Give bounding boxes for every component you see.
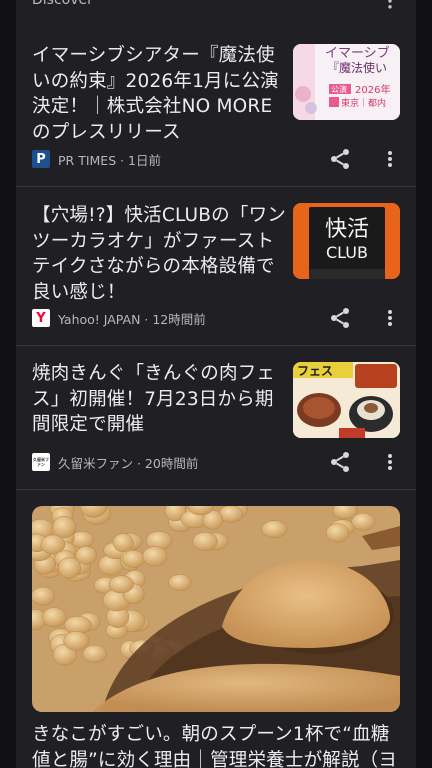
article-meta: P PR TIMES · 1日前 [32,149,161,169]
article-meta: 久留米ファン 久留米ファン · 20時間前 [32,452,198,472]
article-title[interactable]: きなこがすごい。朝のスプーン1杯で“血糖値と腸”に効く理由｜管理栄養士が解説（ヨ… [32,722,406,768]
thumb-text: 東京｜都内 [341,97,386,109]
thumb-text: フェス [297,364,333,378]
thumb-badge: 公演 [331,84,347,94]
thumb-text: CLUB [326,243,368,262]
more-options-button[interactable] [378,450,402,474]
thumb-text: 快活 [325,217,369,242]
article-title[interactable]: 焼肉きんぐ「きんぐの肉フェス」初開催！7月23日から期間限定で開催 [32,361,290,438]
more-options-button[interactable] [378,147,402,171]
article-source: 久留米ファン · 20時間前 [58,455,199,471]
share-icon [331,308,349,328]
soybean [122,550,146,568]
article-title[interactable]: イマーシブシアター『魔法使いの約束』2026年1月に公演決定！｜株式会社NO M… [32,43,290,145]
article-thumbnail[interactable]: フェス [293,362,400,438]
prtimes-logo-icon: P [32,150,50,168]
article-thumbnail[interactable]: 快活 CLUB [293,203,400,279]
soybean [32,586,55,606]
soybean [63,631,90,651]
section-more-icon[interactable] [380,0,400,11]
article-source: Yahoo! JAPAN · 12時間前 [58,311,206,327]
article-thumbnail[interactable]: イマーシブ 『魔法使い 公演 2026年 東京｜都内 [293,44,400,120]
share-button[interactable] [328,147,352,171]
more-vert-icon [388,454,392,470]
kurume-fan-logo-icon: 久留米ファン [32,453,50,471]
soybean [142,546,168,567]
article-card[interactable]: イマーシブシアター『魔法使いの約束』2026年1月に公演決定！｜株式会社NO M… [16,14,416,187]
article-title[interactable]: 【穴場!?】快活CLUBの「ワンツーカラオケ」がファーストテイクさながらの本格設… [32,203,290,305]
more-vert-icon [388,310,392,326]
soybean [58,557,81,579]
article-source: PR TIMES · 1日前 [58,152,162,168]
soybean [82,644,107,663]
section-title: Discover [32,0,93,8]
soybean [112,533,134,552]
soybean [261,520,288,538]
thumb-text: 2026年 [355,83,390,96]
thumb-text: イマーシブ [325,45,390,61]
article-card[interactable]: 焼肉きんぐ「きんぐの肉フェス」初開催！7月23日から期間限定で開催 フェス 久留… [16,346,416,490]
soybean [108,575,134,594]
more-options-button[interactable] [378,306,402,330]
share-icon [331,149,349,169]
discover-feed: Discover イマーシブシアター『魔法使いの約束』2026年1月に公演決定！… [16,0,416,768]
more-vert-icon [388,151,392,167]
yahoo-logo-icon: Y [32,309,50,327]
article-hero-image[interactable] [32,506,400,712]
share-button[interactable] [328,450,352,474]
soybean [52,516,76,539]
section-header: Discover [16,0,416,14]
share-icon [331,452,349,472]
share-button[interactable] [328,306,352,330]
soybean [325,523,350,543]
article-card[interactable]: 【穴場!?】快活CLUBの「ワンツーカラオケ」がファーストテイクさながらの本格設… [16,187,416,346]
soybean [42,607,67,628]
soybean [168,574,192,591]
soybean [192,531,218,551]
thumb-text: 『魔法使い [327,60,387,75]
article-meta: Y Yahoo! JAPAN · 12時間前 [32,308,206,328]
